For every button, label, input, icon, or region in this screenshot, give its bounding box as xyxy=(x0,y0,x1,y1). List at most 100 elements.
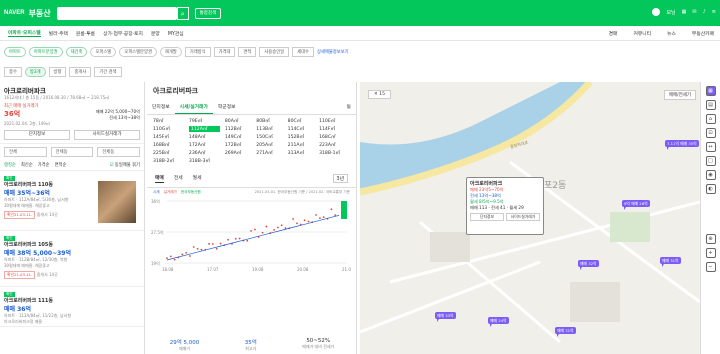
select-period[interactable]: 기간 검색 xyxy=(94,66,122,77)
tab-monthly[interactable]: 월세 xyxy=(193,174,202,183)
zoom-out-icon[interactable]: − xyxy=(705,262,716,272)
area-option[interactable]: 318B-1㎡ xyxy=(319,150,350,156)
tab-villa[interactable]: 빌라·주택 xyxy=(49,30,68,37)
popup-actual-button[interactable]: 사이드실거래가 xyxy=(506,213,540,221)
area-option[interactable]: 223A㎡ xyxy=(319,142,350,148)
period-select[interactable]: 3년 xyxy=(332,174,348,183)
search-input[interactable] xyxy=(56,6,177,20)
tab-jeonse[interactable]: 전세 xyxy=(174,174,183,183)
area-option[interactable]: 271A㎡ xyxy=(256,150,282,156)
price-marker[interactable]: 매매 33억 xyxy=(435,312,456,322)
tab-complex-info[interactable]: 단지정보 xyxy=(147,100,175,114)
sort-area[interactable]: 면적순 xyxy=(55,162,67,168)
mail-icon[interactable]: ✉ xyxy=(692,9,696,15)
price-marker[interactable]: 매매 31억 xyxy=(660,257,681,267)
tab-school[interactable]: 학군정보 xyxy=(213,100,241,114)
area-option[interactable]: 236A㎡ xyxy=(189,150,220,156)
area-option[interactable]: 318B-2㎡ xyxy=(153,158,184,164)
tab-apartment[interactable]: 아파트·오피스텔 xyxy=(8,29,41,37)
area-option[interactable]: 78㎡ xyxy=(153,118,184,124)
list-item[interactable]: 확인 아크로리버파크 111동 매매 36억 아파트 · 112A/84㎡, 1… xyxy=(0,287,144,327)
transit-icon[interactable]: ⊡ xyxy=(705,128,716,138)
area-option[interactable]: 114C㎡ xyxy=(288,126,314,132)
area-option[interactable]: 168B㎡ xyxy=(153,142,184,148)
zoom-in-icon[interactable]: + xyxy=(705,248,716,258)
select-price[interactable]: 가격대 xyxy=(213,46,236,57)
filter-apt[interactable]: 아파트 xyxy=(4,46,26,57)
area-option[interactable]: 205A㎡ xyxy=(256,142,282,148)
map-icon[interactable]: ▦ xyxy=(705,86,716,96)
area-option[interactable]: 113B㎡ xyxy=(256,126,282,132)
area-option[interactable]: 112A㎡ xyxy=(188,126,220,132)
user-name[interactable]: 모님 xyxy=(666,9,675,16)
tab-my[interactable]: MY관심 xyxy=(168,30,184,37)
area-option[interactable]: 313A㎡ xyxy=(288,150,314,156)
nav-community[interactable]: 커뮤니티 xyxy=(633,30,651,37)
select-deal-type[interactable]: 거래방식 xyxy=(184,46,211,57)
filter-officetel-presale[interactable]: 오피스텔분양권 xyxy=(119,46,157,57)
roadview-icon[interactable]: ◉ xyxy=(705,170,716,180)
sort-latest[interactable]: 최신순 xyxy=(21,162,33,168)
bell-icon[interactable]: ♪ xyxy=(703,9,706,15)
area-option[interactable]: 110E㎡ xyxy=(319,118,350,124)
area-option[interactable]: 269A㎡ xyxy=(225,150,251,156)
area-option[interactable]: 318B-3㎡ xyxy=(189,158,220,164)
nav-cafe[interactable]: 부동산카페 xyxy=(692,30,714,37)
complex-icon[interactable]: ▤ xyxy=(705,100,716,110)
select-dong[interactable]: 전체동 xyxy=(50,147,94,157)
dong-button[interactable]: 동 xyxy=(342,100,356,114)
select-agent[interactable]: 중개사 xyxy=(69,66,92,77)
nav-news[interactable]: 뉴스 xyxy=(667,30,676,37)
area-option[interactable]: 211A㎡ xyxy=(288,142,314,148)
agent-count[interactable]: 중개사 14곳 xyxy=(37,272,58,277)
area-option[interactable]: 150C㎡ xyxy=(256,134,282,140)
location-icon[interactable]: ⊕ xyxy=(705,234,716,244)
zoom-level[interactable]: ✕ 15 xyxy=(368,90,391,99)
map-view[interactable]: ✕ 15 매매/전세기 올림픽대로 포2동 7.11억 매매 35억 9억 매매… xyxy=(360,82,700,354)
integrated-search-button[interactable]: 통합검색 xyxy=(194,7,222,19)
tab-price[interactable]: 시세/실거래가 xyxy=(174,100,213,114)
filter-redevelop[interactable]: 재개발 xyxy=(159,46,182,57)
price-marker[interactable]: 매매 31억 xyxy=(555,327,576,337)
area-option[interactable]: 112B㎡ xyxy=(225,126,251,132)
area-option[interactable]: 80C㎡ xyxy=(288,118,314,124)
select-floor[interactable]: 층수 xyxy=(4,66,22,77)
area-option[interactable]: 149C㎡ xyxy=(225,134,251,140)
area-option[interactable]: 145F㎡ xyxy=(153,134,184,140)
filter-officetel[interactable]: 오피스텔 xyxy=(90,46,117,57)
select-deal[interactable]: 전체 xyxy=(4,147,47,157)
area-option[interactable]: 114F㎡ xyxy=(319,126,350,132)
area-option[interactable]: 79E㎡ xyxy=(189,118,220,124)
same-listing-checkbox[interactable]: ☑ 동일매물 묶기 xyxy=(110,162,140,168)
menu-icon[interactable]: ≡ xyxy=(712,9,716,15)
area-option[interactable]: 110G㎡ xyxy=(153,126,184,132)
map-type-select[interactable]: 매매/전세기 xyxy=(663,90,696,100)
search-icon[interactable]: ⌕ xyxy=(176,6,189,20)
area-option[interactable]: 172B㎡ xyxy=(225,142,251,148)
price-marker[interactable]: 매매 24억 xyxy=(488,317,509,327)
select-approval-date[interactable]: 사용승인일 xyxy=(259,46,290,57)
actual-price-button[interactable]: 사이드실거래가 xyxy=(74,130,140,140)
price-marker[interactable]: 매매 32억 xyxy=(578,260,599,270)
area-icon[interactable]: □ xyxy=(705,156,716,166)
avatar[interactable] xyxy=(652,8,661,16)
sort-price[interactable]: 가격순 xyxy=(38,162,50,168)
filter-rebuild[interactable]: 재건축 xyxy=(65,46,88,57)
area-option[interactable]: 172A㎡ xyxy=(189,142,220,148)
complex-popup[interactable]: 아크로리버파크 매매 23억5~70억 전세 13억~38억 월세 8/5억~9… xyxy=(466,177,544,235)
satellite-icon[interactable]: ◐ xyxy=(705,184,716,194)
select-direction[interactable]: 방향 xyxy=(48,66,67,77)
detail-listing-link[interactable]: 상세매물정보보기 xyxy=(317,49,349,55)
complex-info-button[interactable]: 단지정보 xyxy=(4,130,70,140)
school-icon[interactable]: ⌂ xyxy=(705,114,716,124)
select-households[interactable]: 세대수 xyxy=(292,46,314,57)
area-option[interactable]: 225B㎡ xyxy=(153,150,184,156)
area-option[interactable]: 80A㎡ xyxy=(225,118,251,124)
select-area[interactable]: 면적 xyxy=(238,46,257,57)
tab-sale[interactable]: 매매 xyxy=(155,174,164,183)
area-option[interactable]: 168C㎡ xyxy=(319,134,350,140)
area-option[interactable]: 148A㎡ xyxy=(189,134,220,140)
filter-apt-presale[interactable]: 아파트분양권 xyxy=(28,46,63,57)
tab-presale[interactable]: 분양 xyxy=(151,30,160,37)
brand-title[interactable]: 부동산 xyxy=(29,8,51,19)
